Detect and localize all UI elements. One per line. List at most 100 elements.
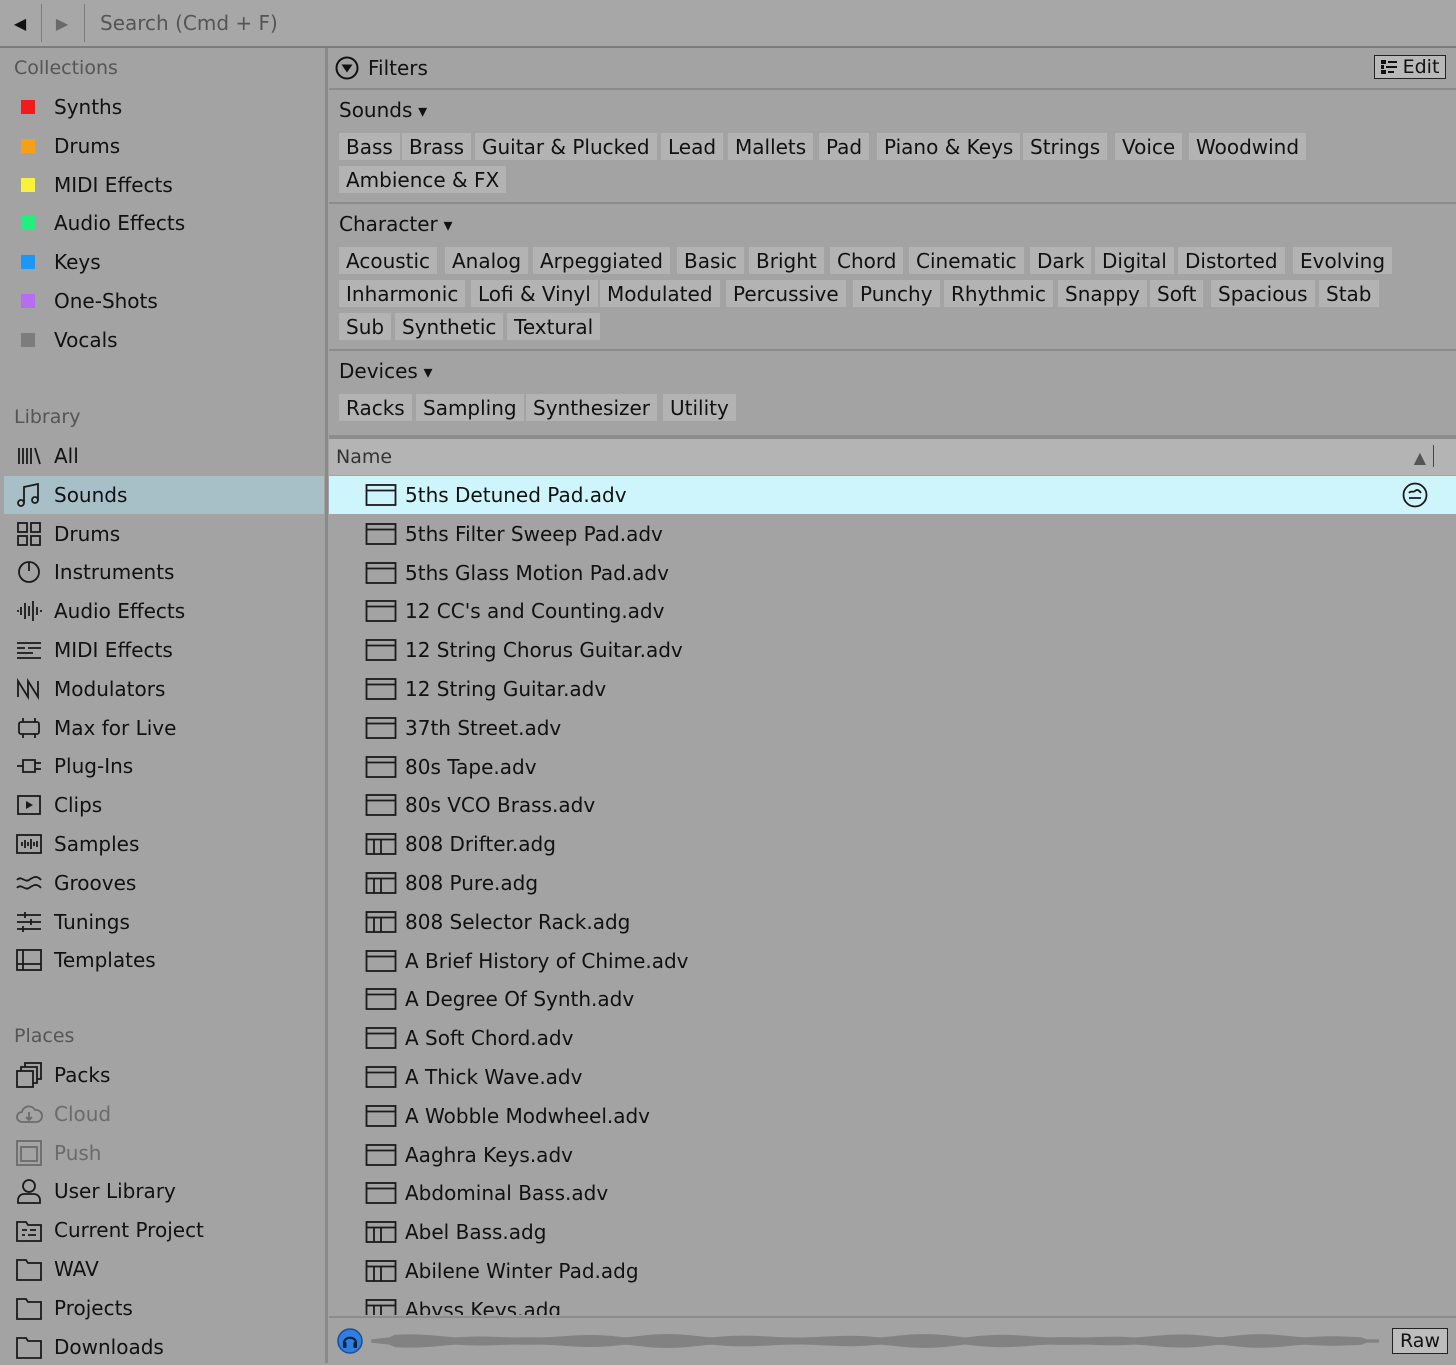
sidebar-item-sounds[interactable]: Sounds <box>4 475 324 514</box>
hot-swap-icon[interactable] <box>1402 482 1428 508</box>
sidebar-item-grooves[interactable]: Grooves <box>4 864 324 902</box>
place-push[interactable]: Push <box>4 1134 324 1172</box>
filter-group-sounds[interactable]: Sounds ▾ <box>339 98 427 122</box>
sidebar-item-midi-effects[interactable]: MIDI Effects <box>4 631 324 669</box>
sidebar-item-instruments[interactable]: Instruments <box>4 553 324 591</box>
filter-tag-arpeggiated[interactable]: Arpeggiated <box>533 247 670 274</box>
file-row[interactable]: A Wobble Modwheel.adv <box>329 1097 1456 1135</box>
file-row[interactable]: 12 String Chorus Guitar.adv <box>329 631 1456 669</box>
filter-group-devices[interactable]: Devices ▾ <box>339 359 433 383</box>
preview-headphones-icon[interactable] <box>337 1328 363 1354</box>
filter-tag-synthesizer[interactable]: Synthesizer <box>526 394 658 421</box>
sidebar-item-templates[interactable]: Templates <box>4 941 324 979</box>
back-button[interactable]: ◀ <box>0 0 40 46</box>
file-row[interactable]: A Degree Of Synth.adv <box>329 980 1456 1018</box>
filter-tag-ambience-fx[interactable]: Ambience & FX <box>339 166 507 193</box>
filter-tag-mallets[interactable]: Mallets <box>728 133 814 160</box>
filter-tag-soft[interactable]: Soft <box>1150 280 1204 307</box>
file-row[interactable]: Abel Bass.adg <box>329 1213 1456 1251</box>
collection-keys[interactable]: Keys <box>4 243 324 281</box>
filter-tag-racks[interactable]: Racks <box>339 394 412 421</box>
filter-tag-stab[interactable]: Stab <box>1319 280 1379 307</box>
place-packs[interactable]: Packs <box>4 1056 324 1094</box>
filter-tag-woodwind[interactable]: Woodwind <box>1189 133 1307 160</box>
sidebar-item-max-for-live[interactable]: Max for Live <box>4 709 324 747</box>
collection-synths[interactable]: Synths <box>4 88 324 126</box>
place-user-library[interactable]: User Library <box>4 1172 324 1210</box>
filter-tag-spacious[interactable]: Spacious <box>1211 280 1315 307</box>
edit-filters-button[interactable]: Edit <box>1374 55 1446 79</box>
filter-tag-cinematic[interactable]: Cinematic <box>909 247 1024 274</box>
filter-tag-guitar-plucked[interactable]: Guitar & Plucked <box>475 133 657 160</box>
sidebar-item-samples[interactable]: Samples <box>4 825 324 863</box>
filter-tag-chord[interactable]: Chord <box>830 247 904 274</box>
filter-tag-textural[interactable]: Textural <box>507 313 601 340</box>
file-row[interactable]: 80s Tape.adv <box>329 748 1456 786</box>
file-row[interactable]: 37th Street.adv <box>329 709 1456 747</box>
sidebar-item-drums[interactable]: Drums <box>4 515 324 553</box>
filter-tag-lead[interactable]: Lead <box>661 133 724 160</box>
filter-tag-voice[interactable]: Voice <box>1115 133 1183 160</box>
collection-one-shots[interactable]: One-Shots <box>4 282 324 320</box>
sidebar-item-modulators[interactable]: Modulators <box>4 670 324 708</box>
filter-tag-percussive[interactable]: Percussive <box>726 280 846 307</box>
sidebar-item-all[interactable]: All <box>4 437 324 475</box>
place-current-project[interactable]: Current Project <box>4 1211 324 1249</box>
file-row[interactable]: Abyss Keys.adg <box>329 1291 1456 1315</box>
filter-tag-dark[interactable]: Dark <box>1030 247 1092 274</box>
name-column-header[interactable]: Name <box>336 446 392 468</box>
place-projects[interactable]: Projects <box>4 1289 324 1327</box>
filter-tag-synthetic[interactable]: Synthetic <box>395 313 504 340</box>
file-row[interactable]: A Thick Wave.adv <box>329 1058 1456 1096</box>
filter-tag-sampling[interactable]: Sampling <box>416 394 524 421</box>
filter-tag-lofi-vinyl[interactable]: Lofi & Vinyl <box>471 280 598 307</box>
filter-tag-distorted[interactable]: Distorted <box>1178 247 1285 274</box>
collection-vocals[interactable]: Vocals <box>4 321 324 359</box>
place-cloud[interactable]: Cloud <box>4 1095 324 1133</box>
collection-drums[interactable]: Drums <box>4 127 324 165</box>
place-wav[interactable]: WAV <box>4 1250 324 1288</box>
collection-midi-effects[interactable]: MIDI Effects <box>4 166 324 204</box>
filter-tag-utility[interactable]: Utility <box>663 394 736 421</box>
sidebar-item-plug-ins[interactable]: Plug-Ins <box>4 747 324 785</box>
file-row[interactable]: 12 String Guitar.adv <box>329 670 1456 708</box>
filter-tag-evolving[interactable]: Evolving <box>1293 247 1393 274</box>
filter-tag-basic[interactable]: Basic <box>677 247 744 274</box>
filter-tag-digital[interactable]: Digital <box>1095 247 1174 274</box>
file-row[interactable]: 5ths Glass Motion Pad.adv <box>329 554 1456 592</box>
filter-tag-snappy[interactable]: Snappy <box>1058 280 1147 307</box>
search-input[interactable] <box>86 0 1446 46</box>
file-row[interactable]: 808 Pure.adg <box>329 864 1456 902</box>
file-row[interactable]: A Brief History of Chime.adv <box>329 942 1456 980</box>
filter-tag-bass[interactable]: Bass <box>339 133 400 160</box>
filter-tag-piano-keys[interactable]: Piano & Keys <box>877 133 1021 160</box>
file-row[interactable]: 5ths Detuned Pad.adv <box>329 476 1456 514</box>
file-row[interactable]: 80s VCO Brass.adv <box>329 786 1456 824</box>
filter-tag-bright[interactable]: Bright <box>749 247 824 274</box>
file-row[interactable]: 12 CC's and Counting.adv <box>329 592 1456 630</box>
file-row[interactable]: 808 Selector Rack.adg <box>329 903 1456 941</box>
filters-collapse-icon[interactable] <box>335 56 359 80</box>
collection-audio-effects[interactable]: Audio Effects <box>4 204 324 242</box>
place-downloads[interactable]: Downloads <box>4 1328 324 1363</box>
sidebar-item-clips[interactable]: Clips <box>4 786 324 824</box>
filter-tag-punchy[interactable]: Punchy <box>853 280 940 307</box>
sort-ascending-icon[interactable]: ▲ <box>1414 448 1426 467</box>
raw-button[interactable]: Raw <box>1392 1328 1448 1354</box>
filter-tag-modulated[interactable]: Modulated <box>600 280 720 307</box>
file-row[interactable]: 5ths Filter Sweep Pad.adv <box>329 515 1456 553</box>
filter-tag-strings[interactable]: Strings <box>1023 133 1108 160</box>
filter-tag-pad[interactable]: Pad <box>819 133 870 160</box>
sidebar-item-audio-effects[interactable]: Audio Effects <box>4 592 324 630</box>
file-row[interactable]: Abilene Winter Pad.adg <box>329 1252 1456 1290</box>
sidebar-item-tunings[interactable]: Tunings <box>4 903 324 941</box>
forward-button[interactable]: ▶ <box>42 0 82 46</box>
filter-tag-acoustic[interactable]: Acoustic <box>339 247 438 274</box>
file-row[interactable]: 808 Drifter.adg <box>329 825 1456 863</box>
filter-tag-brass[interactable]: Brass <box>402 133 472 160</box>
file-row[interactable]: Abdominal Bass.adv <box>329 1174 1456 1212</box>
file-row[interactable]: Aaghra Keys.adv <box>329 1136 1456 1174</box>
preview-waveform[interactable] <box>371 1330 1383 1352</box>
filter-tag-rhythmic[interactable]: Rhythmic <box>944 280 1053 307</box>
file-row[interactable]: A Soft Chord.adv <box>329 1019 1456 1057</box>
